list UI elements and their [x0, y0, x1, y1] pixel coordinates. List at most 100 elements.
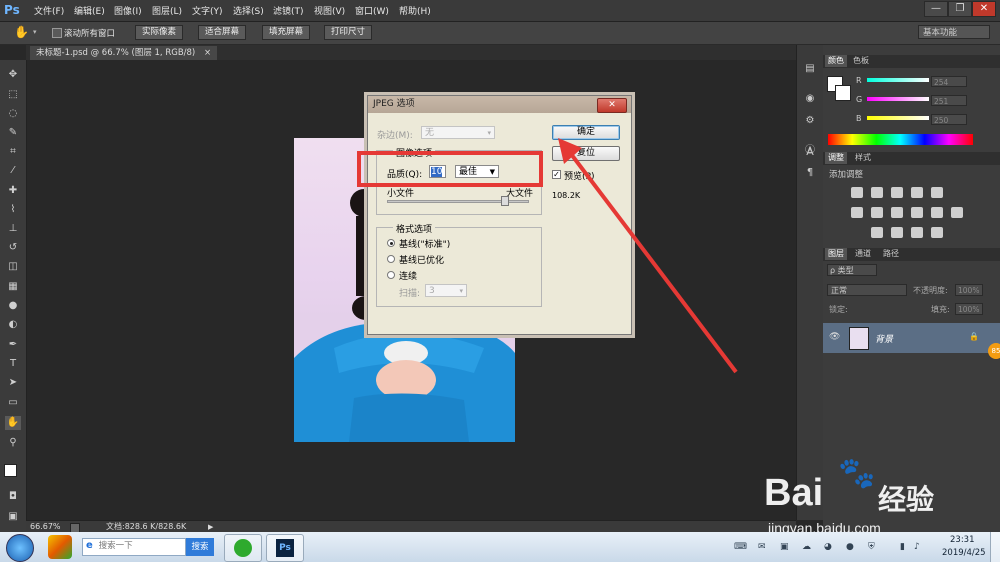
tray-cloud-icon[interactable]: ☁: [802, 542, 811, 552]
tray-keyboard-icon[interactable]: ⌨: [734, 542, 747, 552]
layer-filter-kind-select[interactable]: ρ 类型: [827, 264, 877, 276]
workspace-select[interactable]: 基本功能: [918, 25, 990, 39]
radio-progressive[interactable]: [387, 271, 395, 279]
properties-panel-icon[interactable]: ⚙: [802, 115, 818, 129]
menu-view[interactable]: 视图(V): [314, 4, 345, 17]
invert-adjust-icon[interactable]: [871, 227, 883, 238]
show-desktop-button[interactable]: [990, 532, 1000, 562]
paragraph-panel-icon[interactable]: ¶: [802, 167, 818, 181]
gradient-map-adjust-icon[interactable]: [931, 227, 943, 238]
color-balance-adjust-icon[interactable]: [871, 207, 883, 218]
tray-signal-icon[interactable]: ▮: [900, 542, 905, 552]
hue-saturation-adjust-icon[interactable]: [851, 207, 863, 218]
menu-help[interactable]: 帮助(H): [399, 4, 431, 17]
tab-layers[interactable]: 图层: [825, 248, 847, 260]
zoom-tool-icon[interactable]: ⚲: [5, 436, 21, 450]
tray-qq-icon[interactable]: ●: [846, 542, 854, 552]
channel-b-slider[interactable]: [867, 116, 929, 120]
curves-adjust-icon[interactable]: [891, 187, 903, 198]
hand-tool-icon[interactable]: ✋: [5, 416, 21, 430]
brush-tool-icon[interactable]: ⌇: [5, 203, 21, 217]
healing-brush-tool-icon[interactable]: ✚: [5, 184, 21, 198]
scans-select[interactable]: 3 ▾: [425, 284, 467, 297]
channel-r-slider[interactable]: [867, 78, 929, 82]
crop-tool-icon[interactable]: ⌗: [5, 145, 21, 159]
taskbar-app-photoshop[interactable]: Ps: [266, 534, 304, 562]
dialog-titlebar[interactable]: JPEG 选项: [368, 96, 631, 113]
browser-launcher-icon[interactable]: [48, 535, 72, 559]
menu-layer[interactable]: 图层(L): [152, 4, 182, 17]
fit-screen-button[interactable]: 适合屏幕: [198, 25, 247, 40]
photo-filter-adjust-icon[interactable]: [911, 207, 923, 218]
radio-baseline-standard[interactable]: [387, 239, 395, 247]
menu-filter[interactable]: 滤镜(T): [273, 4, 304, 17]
screen-mode-icon[interactable]: ▣: [5, 510, 21, 524]
tool-preset-arrow-icon[interactable]: ▾: [33, 28, 37, 36]
exposure-adjust-icon[interactable]: [911, 187, 923, 198]
black-white-adjust-icon[interactable]: [891, 207, 903, 218]
tab-color[interactable]: 颜色: [825, 55, 847, 67]
marquee-tool-icon[interactable]: ⬚: [5, 88, 21, 102]
print-size-button[interactable]: 打印尺寸: [324, 25, 373, 40]
clock-time[interactable]: 23:31: [950, 535, 975, 545]
menu-window[interactable]: 窗口(W): [355, 4, 389, 17]
menu-image[interactable]: 图像(I): [114, 4, 142, 17]
lasso-tool-icon[interactable]: ◌: [5, 107, 21, 121]
color-lookup-adjust-icon[interactable]: [951, 207, 963, 218]
channel-r-value[interactable]: 254: [931, 76, 967, 87]
document-tab[interactable]: 未标题-1.psd @ 66.7% (图层 1, RGB/8) ×: [30, 46, 218, 60]
matte-select[interactable]: 无 ▾: [421, 126, 495, 139]
taskbar-search-input[interactable]: e 搜索一下: [82, 538, 186, 556]
color-spectrum-ramp[interactable]: [828, 134, 973, 145]
rectangle-tool-icon[interactable]: ▭: [5, 396, 21, 410]
blend-mode-select[interactable]: 正常: [827, 284, 907, 296]
actions-panel-icon[interactable]: ◉: [802, 93, 818, 107]
tray-wechat-icon[interactable]: ◕: [824, 542, 832, 552]
layer-row-background[interactable]: 👁 背景 🔒: [823, 323, 1000, 353]
path-select-tool-icon[interactable]: ➤: [5, 376, 21, 390]
quick-select-tool-icon[interactable]: ✎: [5, 126, 21, 140]
channel-b-value[interactable]: 250: [931, 114, 967, 125]
tray-volume-icon[interactable]: ♪: [914, 542, 920, 552]
tray-network-icon[interactable]: ▣: [780, 542, 789, 552]
tray-mail-icon[interactable]: ✉: [758, 542, 766, 552]
start-button-icon[interactable]: [6, 534, 34, 562]
scroll-all-checkbox[interactable]: [52, 28, 62, 38]
clone-stamp-tool-icon[interactable]: ⊥: [5, 222, 21, 236]
quality-slider-thumb[interactable]: [500, 196, 509, 206]
tab-channels[interactable]: 通道: [855, 248, 871, 260]
menu-type[interactable]: 文字(Y): [192, 4, 223, 17]
type-tool-icon[interactable]: T: [5, 357, 21, 371]
tab-styles[interactable]: 样式: [855, 152, 871, 164]
tab-adjustments[interactable]: 调整: [825, 152, 847, 164]
menu-select[interactable]: 选择(S): [233, 4, 264, 17]
actual-pixels-button[interactable]: 实际像素: [135, 25, 184, 40]
taskbar-app-360[interactable]: [224, 534, 262, 562]
radio-baseline-optimized[interactable]: [387, 255, 395, 263]
threshold-adjust-icon[interactable]: [911, 227, 923, 238]
eyedropper-tool-icon[interactable]: ⁄: [5, 164, 21, 178]
pen-tool-icon[interactable]: ✒: [5, 338, 21, 352]
visibility-eye-icon[interactable]: 👁: [829, 332, 840, 342]
close-tab-icon[interactable]: ×: [204, 48, 211, 58]
menu-file[interactable]: 文件(F): [34, 4, 64, 17]
brightness-adjust-icon[interactable]: [851, 187, 863, 198]
tab-swatches[interactable]: 色板: [853, 55, 869, 67]
restore-button[interactable]: ❐: [948, 1, 972, 17]
opacity-input[interactable]: 100%: [955, 284, 983, 296]
notification-badge[interactable]: 85: [988, 343, 1000, 359]
foreground-color-swatch[interactable]: [4, 464, 17, 477]
quick-mask-icon[interactable]: ◘: [5, 490, 21, 504]
eraser-tool-icon[interactable]: ◫: [5, 260, 21, 274]
move-tool-icon[interactable]: ✥: [5, 68, 21, 82]
channel-g-slider[interactable]: [867, 97, 929, 101]
posterize-adjust-icon[interactable]: [891, 227, 903, 238]
blur-tool-icon[interactable]: ●: [5, 299, 21, 313]
close-window-button[interactable]: ✕: [972, 1, 996, 17]
gradient-tool-icon[interactable]: ▦: [5, 280, 21, 294]
fill-input[interactable]: 100%: [955, 303, 983, 315]
minimize-button[interactable]: —: [924, 1, 948, 17]
character-panel-icon[interactable]: A: [802, 145, 818, 159]
hand-tool-icon[interactable]: ✋: [14, 25, 29, 39]
dialog-close-button[interactable]: ✕: [597, 98, 627, 113]
